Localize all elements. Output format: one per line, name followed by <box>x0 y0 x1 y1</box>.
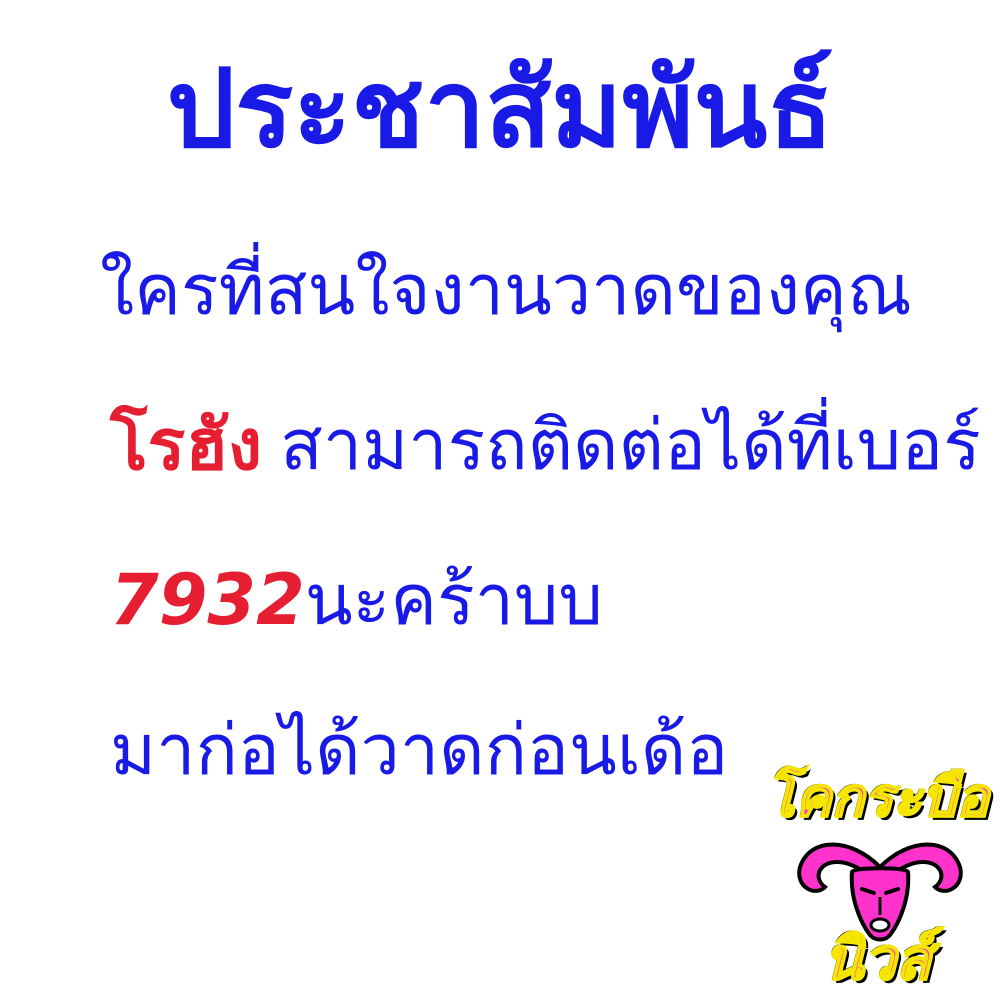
announcement-line-2: โรฮัง สามารถติดต่อได้ที่เบอร์ <box>110 395 981 495</box>
logo-bottom-text: นิวส์ <box>823 924 933 994</box>
announcement-line-3: 7932นะคร้าบบ <box>110 550 603 650</box>
polite-ending: นะคร้าบบ <box>304 559 603 641</box>
first-come-text: มาก่อได้วาดก่อนเด้อ <box>110 709 729 791</box>
artist-name: โรฮัง <box>110 404 263 486</box>
announcement-line-1: ใครที่สนใจงานวาดของคุณ <box>100 240 912 340</box>
contact-number: 7932 <box>110 559 305 641</box>
announcement-line-4: มาก่อได้วาดก่อนเด้อ <box>110 700 728 800</box>
announcement-text: ใครที่สนใจงานวาดของคุณ <box>100 249 912 331</box>
logo-top-text: โคกระบือ <box>765 765 990 830</box>
brand-logo: โคกระบือ นิวส์ <box>755 755 1000 1000</box>
contact-text: สามารถติดต่อได้ที่เบอร์ <box>280 404 981 486</box>
page-title: ประชาสัมพันธ์ <box>166 47 834 172</box>
